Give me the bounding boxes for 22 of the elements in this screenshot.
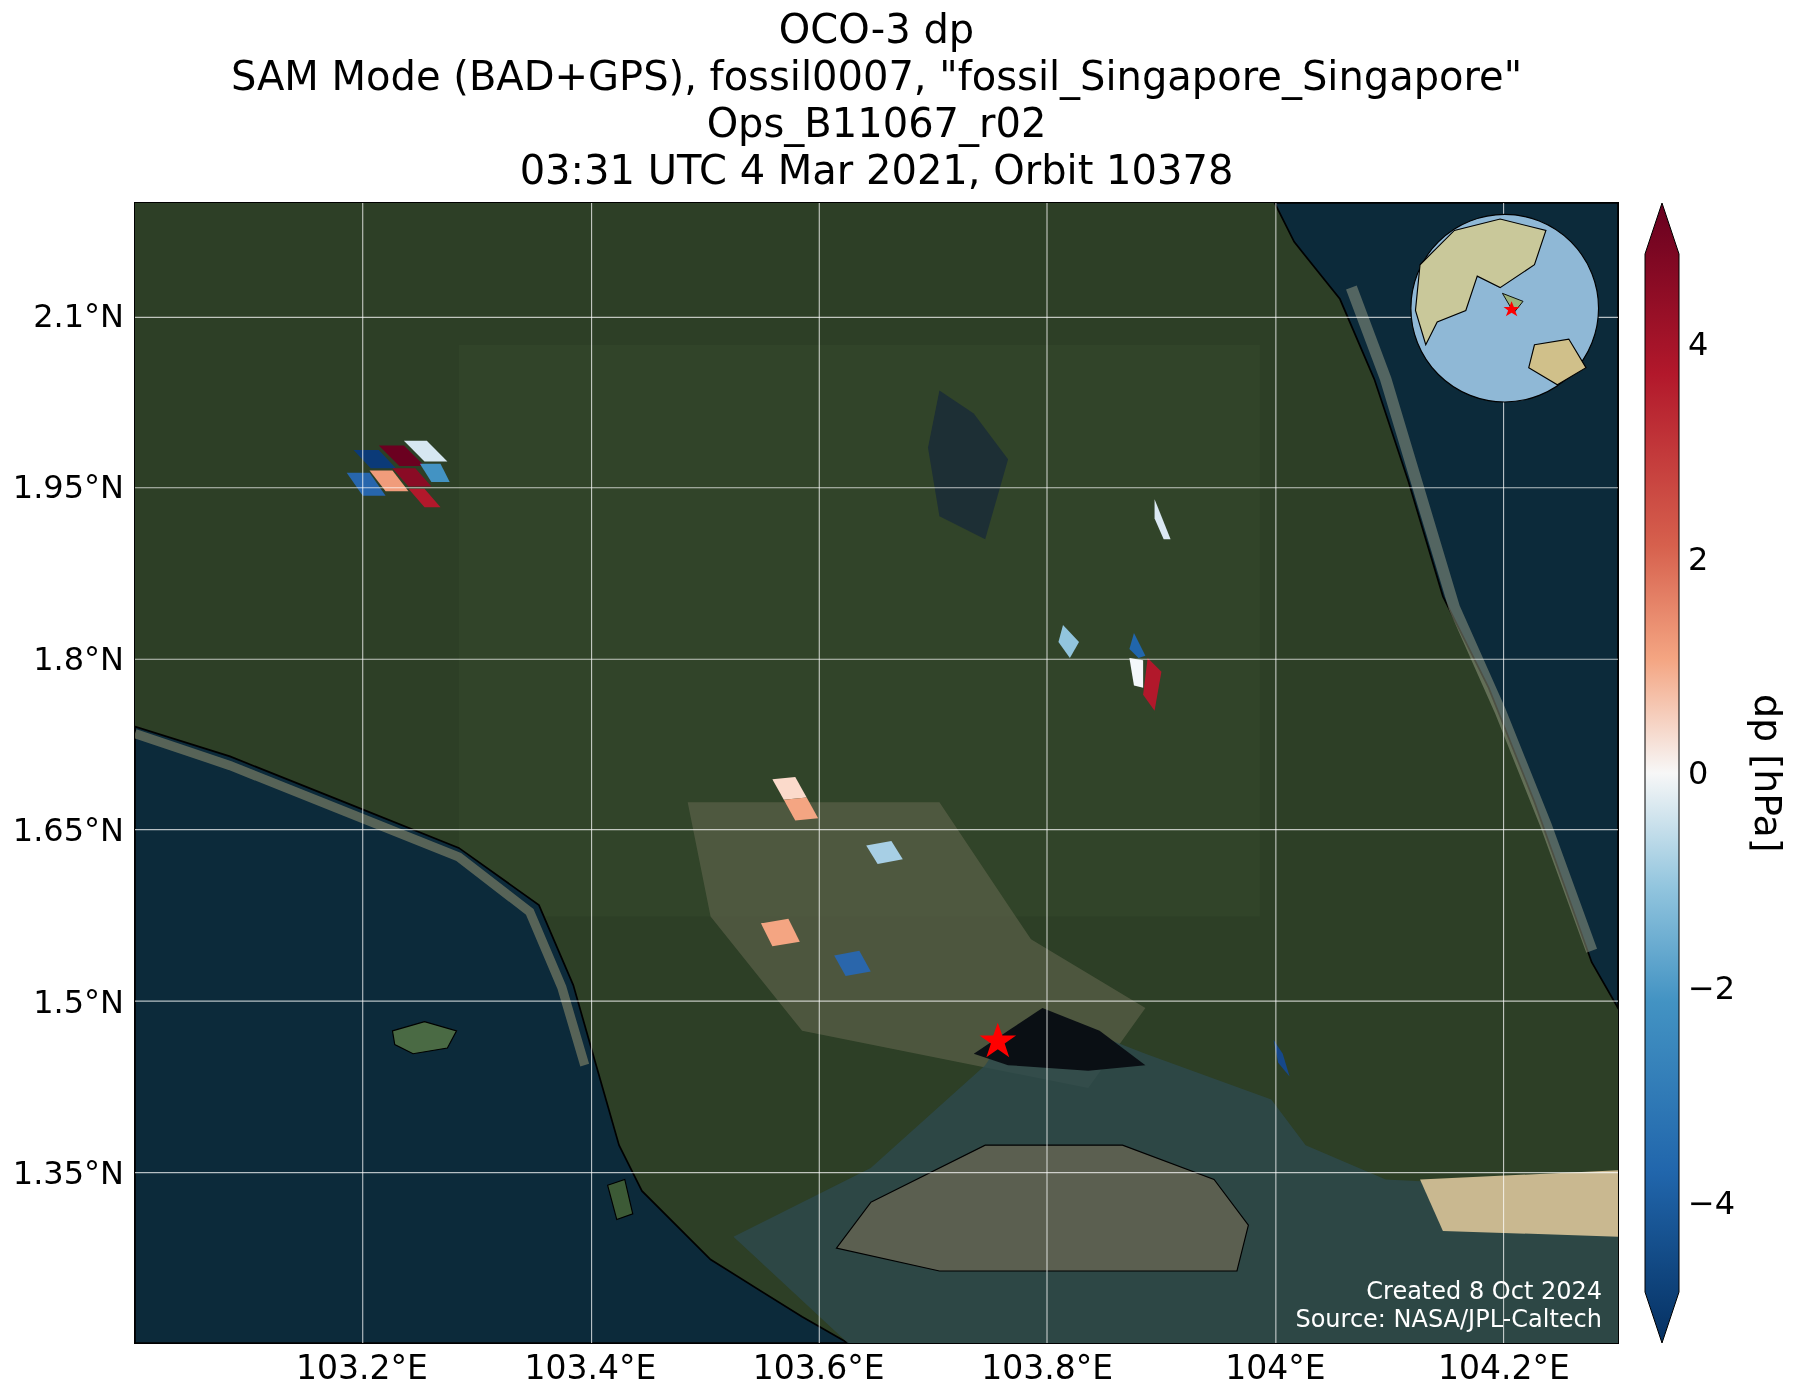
latitude-label: 1.65°N [12, 811, 124, 850]
chart-title: SAM Mode (BAD+GPS), fossil0007, "fossil_Singapore_Singapore" [230, 53, 1523, 100]
latitude-label: 1.35°N [12, 1154, 124, 1193]
latitude-label: 1.95°N [12, 468, 124, 507]
latitude-label: 2.1°N [33, 296, 124, 335]
colorbar-tick-label: 0 [1688, 754, 1709, 793]
chart-title: 03:31 UTC 4 Mar 2021, Orbit 10378 [519, 147, 1234, 194]
colorbar-label: dp [hPa] [1746, 693, 1790, 853]
latitude-label: 1.5°N [33, 982, 124, 1021]
latitude-label: 1.8°N [33, 639, 124, 678]
colorbar-tick-label: −2 [1688, 969, 1736, 1008]
colorbar-tick-label: −4 [1688, 1183, 1736, 1222]
longitude-label: 103.2°E [296, 1348, 428, 1387]
chart-title: OCO-3 dp [778, 6, 975, 53]
colorbar-tick-label: 4 [1688, 324, 1709, 363]
longitude-label: 104°E [1225, 1348, 1326, 1387]
colorbar-tick-label: 2 [1688, 539, 1709, 578]
longitude-label: 103.8°E [981, 1348, 1114, 1387]
longitude-label: 104.2°E [1438, 1348, 1570, 1387]
chart-title: Ops_B11067_r02 [706, 100, 1047, 147]
longitude-label: 103.4°E [524, 1348, 657, 1387]
longitude-label: 103.6°E [752, 1348, 885, 1387]
